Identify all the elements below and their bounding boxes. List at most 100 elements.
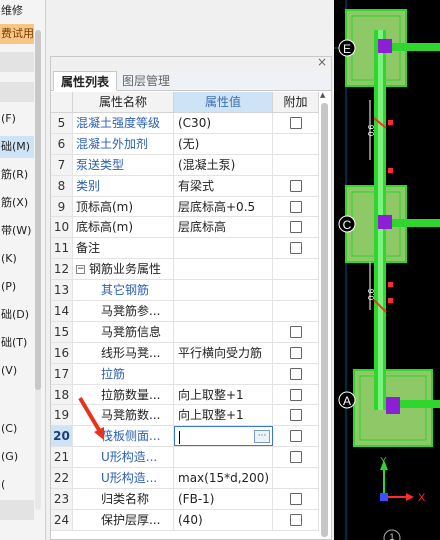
menu-item-t[interactable]: 础(T): [0, 332, 34, 354]
menu-item-c[interactable]: (C): [0, 418, 34, 440]
property-row[interactable]: 14 马凳筋参...: [51, 301, 319, 322]
add-checkbox[interactable]: [289, 409, 302, 422]
add-checkbox[interactable]: [289, 325, 302, 338]
add-checkbox[interactable]: [289, 242, 302, 255]
property-row[interactable]: 6 混凝土外加剂 (无): [51, 133, 319, 155]
grid-rows: 5 混凝土强度等级 (C30) 6 混凝土外加剂 (无) 7 泵送类型 (混凝土泵) 8 类别 有梁式…: [51, 113, 319, 531]
property-row[interactable]: 15 马凳筋信息: [51, 321, 319, 343]
property-row[interactable]: 11 备注: [51, 238, 319, 260]
column-c[interactable]: [378, 215, 392, 229]
property-value[interactable]: 层底标高+0.5: [174, 196, 273, 217]
add-checkbox[interactable]: [289, 388, 302, 401]
property-row[interactable]: 23 归类名称 (FB-1): [51, 489, 319, 510]
header-index: [51, 92, 73, 112]
add-checkbox[interactable]: [289, 430, 302, 443]
property-row[interactable]: 7 泵送类型 (混凝土泵): [51, 154, 319, 176]
property-value-editor[interactable]: ···: [174, 426, 273, 447]
menu-divider: [0, 500, 34, 520]
property-value[interactable]: [174, 238, 273, 259]
left-scrollbar-thumb[interactable]: [35, 30, 41, 390]
property-row[interactable]: 24 保护层厚... (40): [51, 509, 319, 531]
property-name-text: 马凳筋参...: [101, 304, 161, 319]
add-checkbox[interactable]: [289, 513, 302, 526]
property-row[interactable]: 16 线形马凳... 平行横向受力筋: [51, 342, 319, 364]
menu-item-v[interactable]: (V): [0, 360, 34, 382]
add-cell: [273, 154, 319, 175]
property-row[interactable]: 13 其它钢筋: [51, 280, 319, 302]
menu-item-f[interactable]: (F): [0, 108, 34, 130]
menu-item-x[interactable]: 筋(X): [0, 192, 34, 214]
trial-badge[interactable]: 费试用: [0, 24, 34, 44]
property-row[interactable]: 21 U形构造...: [51, 447, 319, 469]
property-value[interactable]: [174, 447, 273, 468]
property-value[interactable]: 向上取整+1: [174, 384, 273, 405]
menu-item-p[interactable]: (P): [0, 276, 34, 298]
add-checkbox[interactable]: [289, 367, 302, 380]
add-checkbox[interactable]: [289, 200, 302, 213]
menu-item-w[interactable]: 带(W): [0, 220, 34, 242]
tab-property-list[interactable]: 属性列表: [53, 71, 118, 91]
menu-item-m[interactable]: 础(M): [0, 136, 34, 158]
property-value[interactable]: [174, 301, 273, 321]
property-name: 马凳筋信息: [73, 321, 174, 342]
column-a[interactable]: [386, 397, 400, 414]
panel-scrollbar[interactable]: ▲: [320, 91, 329, 539]
add-checkbox[interactable]: [289, 116, 302, 129]
property-row[interactable]: 12− 钢筋业务属性: [51, 259, 319, 281]
add-checkbox[interactable]: [289, 451, 302, 464]
property-value[interactable]: [174, 259, 273, 280]
cad-drawing-canvas[interactable]: E C A 0.6 0.6 Y X 1: [334, 0, 440, 540]
property-value[interactable]: (混凝土泵): [174, 154, 273, 175]
property-value[interactable]: [174, 363, 273, 384]
close-icon[interactable]: ×: [317, 55, 327, 69]
property-row[interactable]: 17 拉筋: [51, 363, 319, 385]
add-checkbox[interactable]: [289, 346, 302, 359]
property-row[interactable]: 18 拉筋数量... 向上取整+1: [51, 384, 319, 406]
property-row[interactable]: 5 混凝土强度等级 (C30): [51, 113, 319, 134]
property-value[interactable]: [174, 321, 273, 342]
property-row[interactable]: 10 底标高(m) 层底标高: [51, 217, 319, 239]
header-value[interactable]: 属性值: [174, 92, 273, 112]
property-row[interactable]: 8 类别 有梁式: [51, 175, 319, 197]
property-row[interactable]: 22 U形构造... max(15*d,200): [51, 468, 319, 490]
header-name[interactable]: 属性名称: [73, 92, 174, 112]
property-name: − 钢筋业务属性: [73, 259, 174, 280]
collapse-icon[interactable]: −: [76, 265, 85, 275]
menu-item-r[interactable]: 筋(R): [0, 164, 34, 186]
property-value[interactable]: 层底标高: [174, 217, 273, 238]
menu-item-paren[interactable]: (: [0, 474, 34, 496]
ellipsis-button[interactable]: ···: [254, 430, 270, 444]
property-value[interactable]: (无): [174, 133, 273, 154]
menu-item-repair[interactable]: 维修: [0, 0, 34, 22]
add-checkbox[interactable]: [289, 492, 302, 505]
property-value[interactable]: [174, 280, 273, 301]
header-add[interactable]: 附加: [273, 92, 319, 112]
property-value[interactable]: 平行横向受力筋: [174, 342, 273, 363]
add-checkbox[interactable]: [289, 179, 302, 192]
menu-item-blank[interactable]: [0, 388, 34, 410]
menu-item-g[interactable]: (G): [0, 446, 34, 468]
property-row[interactable]: 9 顶标高(m) 层底标高+0.5: [51, 196, 319, 218]
property-value-text: 向上取整+1: [178, 408, 244, 423]
add-checkbox[interactable]: [289, 221, 302, 234]
left-scrollbar[interactable]: [35, 30, 41, 510]
scroll-up-icon[interactable]: ▲: [320, 91, 325, 99]
add-cell: [273, 426, 319, 447]
property-value[interactable]: max(15*d,200): [174, 468, 273, 489]
tab-layer-management[interactable]: 图层管理: [115, 71, 177, 91]
menu-item-k[interactable]: (K): [0, 248, 34, 270]
property-name-text: 马凳筋信息: [101, 324, 162, 339]
add-cell: [273, 259, 319, 280]
column-e[interactable]: [378, 39, 392, 53]
property-row[interactable]: 19 马凳筋数... 向上取整+1: [51, 405, 319, 427]
property-value[interactable]: 向上取整+1: [174, 405, 273, 426]
property-value[interactable]: (FB-1): [174, 489, 273, 509]
panel-scrollbar-thumb[interactable]: [321, 103, 328, 537]
property-name-text: 线形马凳...: [101, 345, 161, 360]
row-index: 22: [51, 468, 73, 489]
property-value[interactable]: 有梁式: [174, 175, 273, 196]
property-row[interactable]: 20 筏板侧面... ···: [51, 426, 319, 448]
property-value[interactable]: (40): [174, 509, 273, 530]
menu-item-d[interactable]: 础(D): [0, 304, 34, 326]
property-value[interactable]: (C30): [174, 113, 273, 133]
